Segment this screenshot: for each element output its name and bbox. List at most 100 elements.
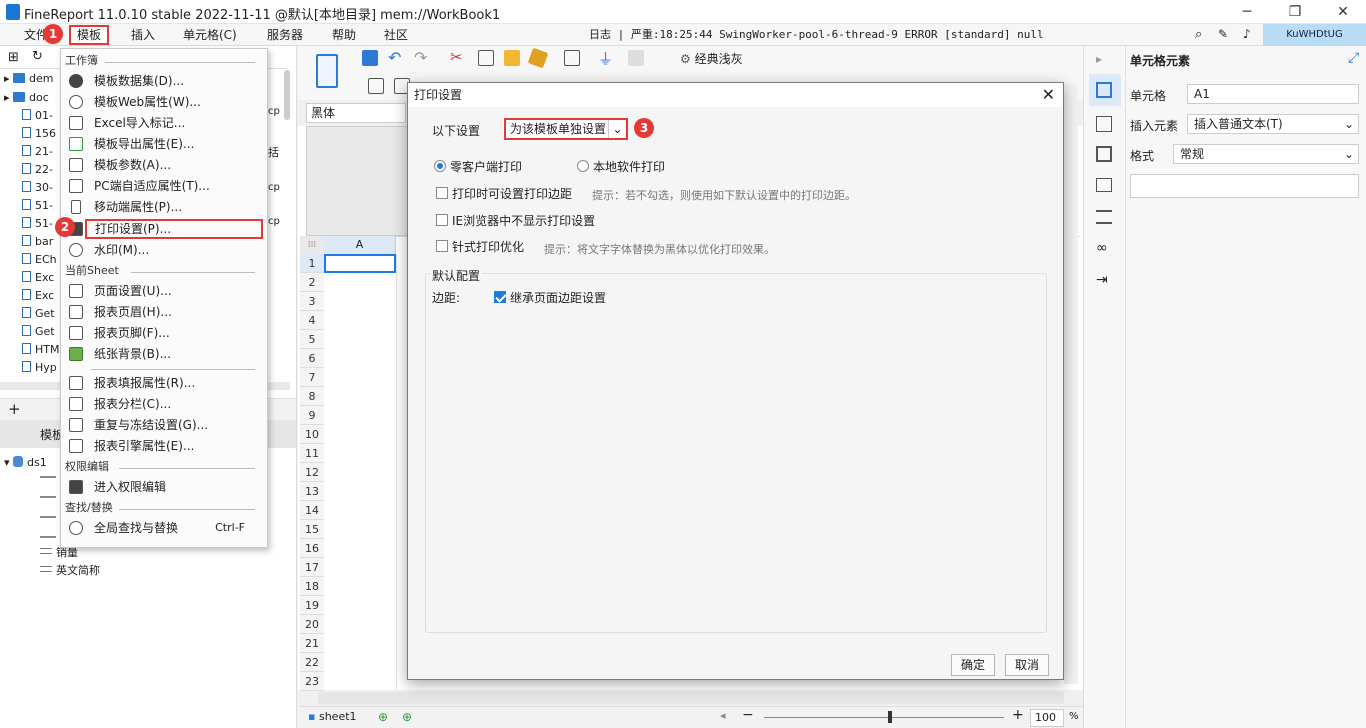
plugin-icon[interactable]: ⏚ [598, 48, 613, 69]
menu-template[interactable]: 模板 [69, 25, 110, 45]
menu-excel-import-mark[interactable]: Excel导入标记... [67, 113, 263, 133]
format-select[interactable]: 常规 ⌄ [1173, 144, 1359, 164]
condition-icon[interactable] [1096, 210, 1112, 224]
template-preview-icon[interactable] [316, 54, 338, 88]
tree-file-item[interactable]: 30- [22, 179, 53, 197]
tree-file-item[interactable]: Get [22, 305, 55, 323]
tree-file-item[interactable]: HTM [22, 341, 59, 359]
import-icon[interactable]: ⇥ [1096, 272, 1108, 288]
tree-file-item[interactable]: Exc [22, 269, 54, 287]
selected-cell-a1[interactable] [324, 254, 396, 273]
style-icon[interactable] [628, 50, 644, 66]
menu-cell[interactable]: 单元格(C) [183, 24, 237, 46]
row-number[interactable]: 13 [300, 482, 324, 501]
grid-icon[interactable] [368, 78, 384, 94]
dialog-close-icon[interactable]: ✕ [1042, 85, 1055, 105]
menu-page-setup[interactable]: 页面设置(U)... [67, 281, 263, 301]
menu-repeat-freeze[interactable]: 重复与冻结设置(G)... [67, 415, 263, 435]
checkbox-ie-hide-print[interactable] [436, 214, 448, 226]
zoom-slider-handle[interactable] [888, 711, 892, 723]
menu-pc-adaptive[interactable]: PC端自适应属性(T)... [67, 176, 263, 196]
row-number[interactable]: 15 [300, 520, 324, 539]
user-account-button[interactable]: KuWHDtUG [1263, 24, 1366, 46]
cell-element-icon[interactable] [1096, 82, 1112, 98]
menu-community[interactable]: 社区 [384, 24, 408, 46]
menu-report-footer[interactable]: 报表页脚(F)... [67, 323, 263, 343]
cut-icon[interactable]: ✂ [450, 48, 463, 66]
tree-dataset-item[interactable]: ▾ ds1 [4, 454, 47, 472]
row-number[interactable]: 11 [300, 444, 324, 463]
minimize-icon[interactable]: ─ [1236, 2, 1258, 22]
tree-file-item[interactable]: 21- [22, 143, 53, 161]
checkbox-print-margin[interactable] [436, 187, 448, 199]
tree-file-item[interactable]: 22- [22, 161, 53, 179]
row-number[interactable]: 17 [300, 558, 324, 577]
row-number[interactable]: 6 [300, 349, 324, 368]
tree-file-item[interactable]: Hyp [22, 359, 57, 377]
checkbox-needle-print[interactable] [436, 240, 448, 252]
row-number[interactable]: 12 [300, 463, 324, 482]
row-number[interactable]: 14 [300, 501, 324, 520]
refresh-icon[interactable]: ↻ [32, 49, 43, 64]
row-number[interactable]: 8 [300, 387, 324, 406]
row-number[interactable]: 4 [300, 311, 324, 330]
paste-icon[interactable] [504, 50, 520, 66]
tree-file-item[interactable]: 01- [22, 107, 53, 125]
sheet-h-scrollbar[interactable] [318, 692, 1064, 704]
add-form-sheet-icon[interactable]: ⊕ [402, 710, 412, 724]
border-icon[interactable] [1096, 146, 1112, 162]
setting-scope-select[interactable]: 为该模板单独设置 ⌄ [504, 118, 628, 140]
zoom-slider[interactable] [764, 717, 1004, 718]
cancel-button[interactable]: 取消 [1005, 654, 1049, 676]
row-number[interactable]: 18 [300, 577, 324, 596]
radio-local-software-print[interactable] [577, 160, 589, 172]
menu-report-header[interactable]: 报表页眉(H)... [67, 302, 263, 322]
menu-template-export-attr[interactable]: 模板导出属性(E)... [67, 134, 263, 154]
row-number[interactable]: 10 [300, 425, 324, 444]
cell-name-input[interactable]: A1 [1187, 84, 1359, 104]
widget-icon[interactable] [1096, 178, 1112, 192]
menu-global-find-replace[interactable]: 全局查找与替换 Ctrl-F [67, 518, 263, 538]
column-header-a[interactable]: A [324, 236, 396, 254]
menu-watermark[interactable]: 水印(M)... [67, 240, 263, 260]
row-number[interactable]: 22 [300, 653, 324, 672]
redo-icon[interactable]: ↷ [414, 48, 427, 67]
menu-help[interactable]: 帮助 [332, 24, 356, 46]
row-number[interactable]: 20 [300, 615, 324, 634]
ok-button[interactable]: 确定 [951, 654, 995, 676]
row-number[interactable]: 5 [300, 330, 324, 349]
menu-template-web-attr[interactable]: 模板Web属性(W)... [67, 92, 263, 112]
menu-report-columns[interactable]: 报表分栏(C)... [67, 394, 263, 414]
font-family-select[interactable]: 黑体 [306, 103, 406, 123]
save-icon[interactable] [362, 50, 378, 66]
select-all-corner[interactable]: ⁞⁞⁞ [300, 236, 324, 254]
menu-paper-background[interactable]: 纸张背景(B)... [67, 344, 263, 364]
tree-file-item[interactable]: bar [22, 233, 53, 251]
close-window-icon[interactable]: ✕ [1332, 2, 1354, 22]
edit-icon[interactable]: ✎ [1218, 27, 1228, 41]
menu-permission-edit[interactable]: 进入权限编辑 [67, 477, 263, 497]
tree-file-item[interactable]: Exc [22, 287, 54, 305]
scroll-left-icon[interactable]: ◂ [720, 709, 726, 722]
pin-icon[interactable]: ⤢ [1348, 50, 1359, 66]
row-number[interactable]: 21 [300, 634, 324, 653]
zoom-in-button[interactable]: + [1012, 707, 1024, 723]
cell-content-input[interactable] [1130, 174, 1359, 198]
tree-scrollbar[interactable] [284, 70, 290, 120]
add-sheet-icon[interactable]: ⊕ [378, 710, 388, 724]
menu-mobile-attr[interactable]: 移动端属性(P)... [67, 197, 263, 217]
menu-report-engine-attr[interactable]: 报表引擎属性(E)... [67, 436, 263, 456]
row-number[interactable]: 2 [300, 273, 324, 292]
row-number[interactable]: 1 [300, 254, 324, 273]
row-number[interactable]: 7 [300, 368, 324, 387]
zoom-out-button[interactable]: − [742, 707, 754, 723]
tree-file-item[interactable]: Get [22, 323, 55, 341]
menu-report-fill-attr[interactable]: 报表填报属性(R)... [67, 373, 263, 393]
row-number[interactable]: 3 [300, 292, 324, 311]
menu-template-params[interactable]: 模板参数(A)... [67, 155, 263, 175]
cell-attribute-icon[interactable] [1096, 116, 1112, 132]
tree-folder-item[interactable]: ▸ doc [4, 89, 49, 107]
menu-insert[interactable]: 插入 [131, 24, 155, 46]
tree-field-item[interactable]: 英文简称 [40, 562, 100, 580]
sheet-tab[interactable]: ▪ sheet1 [308, 710, 357, 723]
